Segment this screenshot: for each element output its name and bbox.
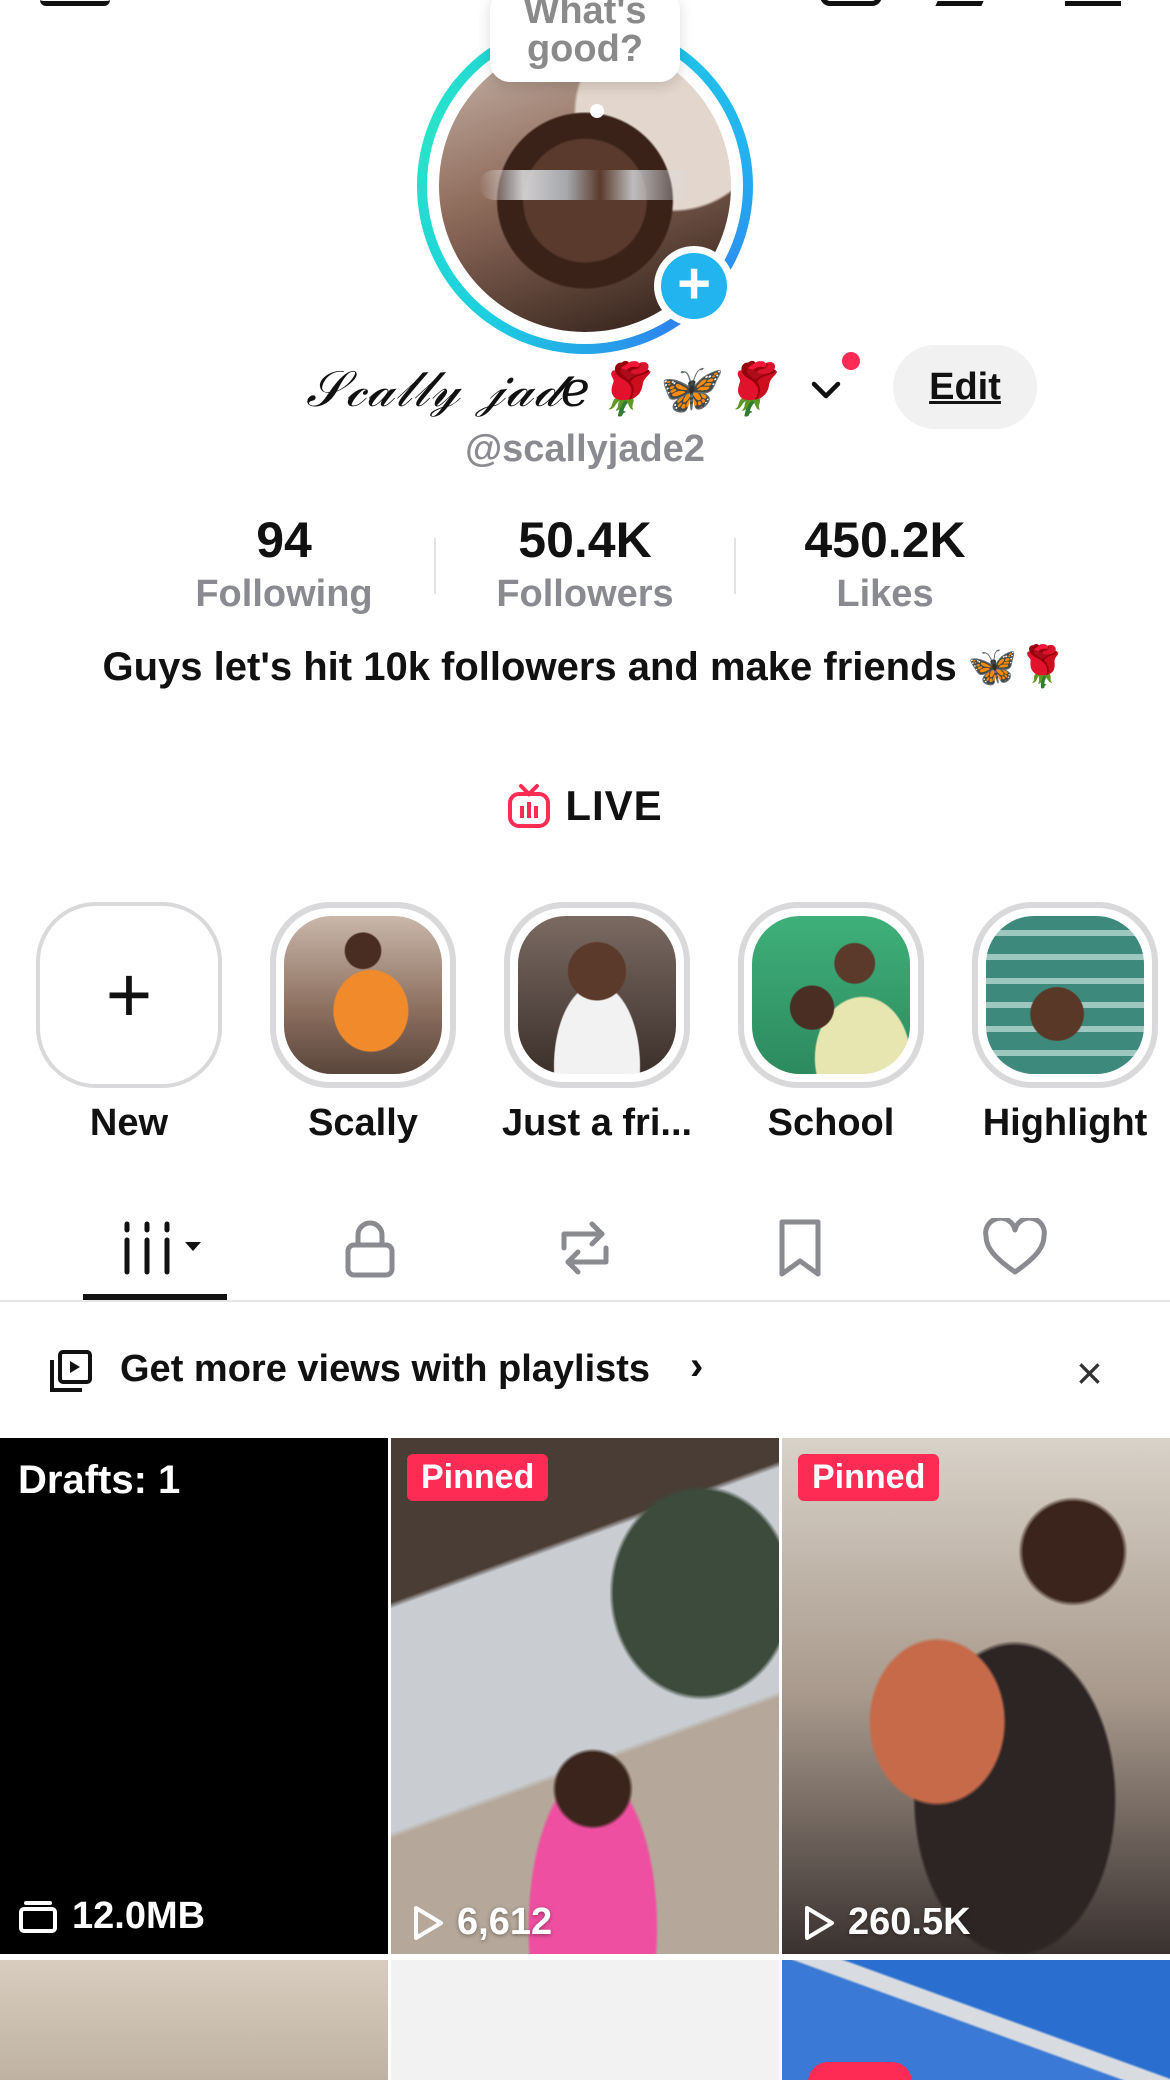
note-bubble[interactable]: What's good? [490,0,680,82]
highlight-label: Scally [308,1102,418,1144]
highlight-school[interactable]: School [736,902,926,1145]
menu-icon[interactable] [1065,0,1121,6]
avatar-detail [479,170,699,200]
story-highlights: + New Scally Just a fri... School Highli… [0,902,1170,1145]
highlight-just-a-friend[interactable]: Just a fri... [502,902,692,1145]
tab-liked[interactable] [955,1208,1075,1288]
close-icon[interactable]: × [1076,1346,1103,1400]
repost-icon [561,1221,609,1275]
folder-icon [19,1900,57,1933]
drafts-size: 12.0MB [18,1895,205,1938]
chevron-right-icon: › [690,1344,704,1388]
stat-likes[interactable]: 450.2K Likes [755,508,1015,616]
highlight-highlight[interactable]: Highlight [970,902,1160,1145]
tab-favorites[interactable] [740,1208,860,1288]
stats-row: 94 Following 50.4K Followers 450.2K Like… [0,508,1170,618]
highlight-scally[interactable]: Scally [268,902,458,1145]
active-tab-indicator [83,1294,227,1300]
view-count-value: 260.5K [848,1901,971,1943]
video-tile-pinned-2[interactable]: Pinned 260.5K [782,1438,1170,1954]
highlight-label: School [767,1102,895,1144]
live-button[interactable]: LIVE [0,782,1170,842]
note-bubble-tail [590,104,604,118]
add-story-button[interactable]: + [654,246,734,326]
notification-dot [842,352,860,370]
highlight-cover [518,916,676,1074]
view-count: 6,612 [411,1901,552,1944]
plus-icon: + [36,902,222,1088]
plus-icon: + [661,253,727,319]
playlist-banner[interactable]: Get more views with playlists › × [0,1304,1170,1438]
video-tile[interactable] [391,1960,779,2080]
live-tv-icon [508,784,551,828]
video-grid: Drafts: 1 12.0MB Pinned 6,612 Pinned 260… [0,1438,1170,2080]
stat-label: Likes [836,573,934,615]
creator-tools-icon[interactable] [820,0,882,6]
playlist-icon [50,1350,92,1392]
stat-divider [434,538,436,594]
drafts-size-value: 12.0MB [72,1895,206,1937]
username: @scallyjade2 [465,428,705,470]
bookmark-icon [779,1219,821,1277]
highlight-new[interactable]: + New [34,902,224,1145]
heart-icon [983,1218,1047,1275]
stat-value: 50.4K [518,512,652,568]
drafts-label: Drafts: 1 [18,1458,181,1502]
tab-private[interactable] [310,1208,430,1288]
pinned-badge: Pinned [798,1454,940,1501]
view-count-value: 6,612 [457,1901,553,1943]
tab-videos[interactable] [95,1208,215,1288]
profile-bio: Guys let's hit 10k followers and make fr… [102,645,1068,689]
view-count: 260.5K [802,1901,971,1944]
note-bubble-text: What's good? [523,0,647,70]
chevron-down-icon[interactable] [808,372,844,408]
play-icon [414,1905,443,1940]
live-label: LIVE [565,782,663,829]
video-tile[interactable] [0,1960,388,2080]
stat-followers[interactable]: 50.4K Followers [455,508,715,616]
stat-following[interactable]: 94 Following [154,508,414,616]
display-name[interactable]: 𝒮𝒸𝒶𝓁𝓁𝓎 𝒿𝒶𝒹𝑒🌹🦋🌹 [306,360,781,419]
footprint-icon[interactable] [935,0,991,6]
tab-reposts[interactable] [525,1208,645,1288]
stat-value: 94 [256,512,312,568]
profile-tabs [0,1190,1170,1302]
inbox-badge [808,2062,912,2080]
stat-label: Followers [496,573,674,615]
pinned-badge: Pinned [407,1454,549,1501]
grid-bars-icon [124,1221,201,1275]
highlight-label: New [89,1102,169,1144]
stat-label: Following [195,573,373,615]
playlist-banner-text: Get more views with playlists [120,1348,651,1390]
add-friend-icon[interactable] [40,0,110,6]
highlight-cover [752,916,910,1074]
lock-icon [345,1220,395,1278]
highlight-label: Highlight [982,1102,1148,1144]
video-tile-pinned-1[interactable]: Pinned 6,612 [391,1438,779,1954]
stat-divider [734,538,736,594]
highlight-cover [986,916,1144,1074]
highlight-label: Just a fri... [502,1102,693,1144]
play-icon [805,1905,834,1940]
highlight-cover [284,916,442,1074]
edit-profile-button[interactable]: Edit [893,345,1037,429]
drafts-tile[interactable]: Drafts: 1 12.0MB [0,1438,388,1954]
stat-value: 450.2K [804,512,966,568]
